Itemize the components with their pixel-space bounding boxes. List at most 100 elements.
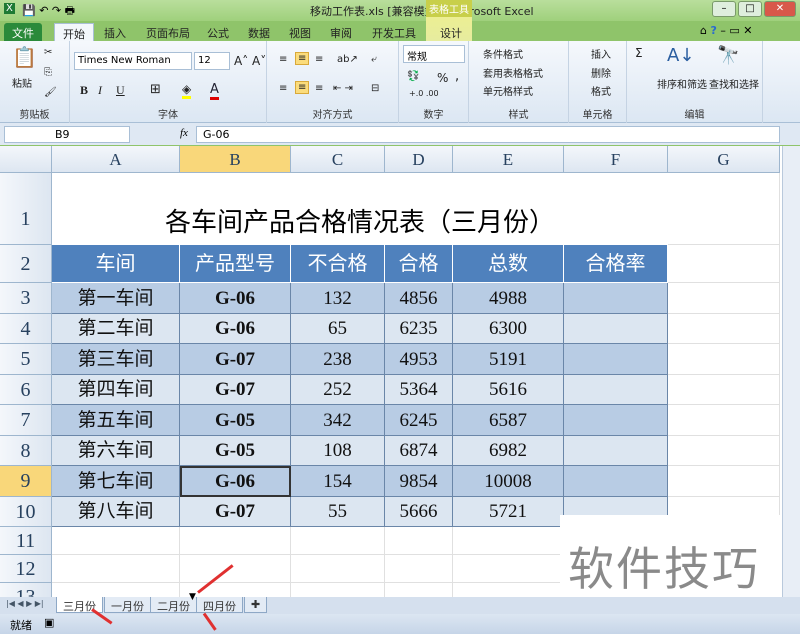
table-cell[interactable]: 5666 [385,497,453,527]
table-cell[interactable] [564,436,668,466]
align-bottom-icon[interactable]: ≡ [315,54,323,65]
table-cell[interactable]: G-06 [180,466,291,497]
tab-developer[interactable]: 开发工具 [364,23,424,42]
percent-button[interactable]: % [437,71,448,85]
cell[interactable] [385,583,453,597]
copy-icon[interactable]: ⎘ [44,67,52,78]
table-cell[interactable]: 第六车间 [52,436,180,466]
tab-page-layout[interactable]: 页面布局 [138,23,198,42]
table-cell[interactable]: 10008 [453,466,564,497]
tab-insert[interactable]: 插入 [96,23,134,42]
tab-view[interactable]: 视图 [281,23,319,42]
number-format-select[interactable]: 常规 [403,45,465,63]
cell[interactable] [291,583,385,597]
column-header[interactable]: F [564,146,668,173]
table-cell[interactable]: 342 [291,405,385,436]
vertical-scrollbar[interactable] [782,146,800,597]
column-header[interactable]: C [291,146,385,173]
cell[interactable] [180,555,291,583]
row-header[interactable]: 11 [0,527,52,555]
table-cell[interactable]: 5364 [385,375,453,405]
insert-function-button[interactable]: fx [180,127,188,139]
cell[interactable] [453,555,564,583]
table-cell[interactable]: 238 [291,344,385,375]
underline-button[interactable]: U [116,83,125,98]
table-cell[interactable]: 5191 [453,344,564,375]
table-cell[interactable] [564,283,668,314]
paste-button[interactable]: 粘贴 [12,75,32,90]
table-cell[interactable]: 132 [291,283,385,314]
cell[interactable] [668,173,780,245]
table-cell[interactable] [564,375,668,405]
cell[interactable] [52,583,180,597]
cell[interactable] [385,527,453,555]
table-cell[interactable]: 9854 [385,466,453,497]
column-header[interactable]: E [453,146,564,173]
sheet-tab-april[interactable]: 四月份 [196,597,243,613]
cell[interactable] [453,583,564,597]
orientation-icon[interactable]: ab↗ [337,54,358,65]
column-header[interactable]: A [52,146,180,173]
row-header[interactable]: 2 [0,245,52,283]
macro-record-icon[interactable]: ▣ [44,616,54,629]
table-cell[interactable]: 5616 [453,375,564,405]
paste-icon[interactable]: 📋 [12,45,37,69]
tab-formulas[interactable]: 公式 [199,23,237,42]
table-cell[interactable] [564,466,668,497]
align-center-icon[interactable]: ≡ [295,81,310,94]
format-painter-icon[interactable]: 🖌 [44,87,57,98]
row-header[interactable]: 4 [0,314,52,344]
table-header-cell[interactable]: 合格率 [564,245,668,283]
align-left-icon[interactable]: ≡ [279,83,287,94]
table-cell[interactable]: 6235 [385,314,453,344]
table-cell[interactable]: 154 [291,466,385,497]
table-cell[interactable]: 65 [291,314,385,344]
formula-input[interactable]: G-06 [196,126,780,143]
cell[interactable] [668,314,780,344]
row-header[interactable]: 12 [0,555,52,583]
row-header[interactable]: 6 [0,375,52,405]
delete-cells-button[interactable]: 删除 [591,65,611,80]
table-cell[interactable]: 4856 [385,283,453,314]
bold-button[interactable]: B [80,83,88,98]
italic-button[interactable]: I [98,83,102,98]
cell[interactable] [453,527,564,555]
table-cell[interactable]: G-05 [180,405,291,436]
cell[interactable] [668,466,780,497]
conditional-format-button[interactable]: 条件格式 [483,46,523,61]
table-header-cell[interactable]: 总数 [453,245,564,283]
table-cell[interactable] [564,344,668,375]
table-cell[interactable]: G-06 [180,283,291,314]
cell[interactable] [668,283,780,314]
table-header-cell[interactable]: 合格 [385,245,453,283]
table-cell[interactable]: G-07 [180,375,291,405]
table-header-cell[interactable]: 车间 [52,245,180,283]
row-header[interactable]: 5 [0,344,52,375]
wrap-text-icon[interactable]: ⤶ [371,54,377,65]
cell[interactable] [385,555,453,583]
cell[interactable] [668,436,780,466]
table-cell[interactable]: G-06 [180,314,291,344]
cell[interactable] [291,555,385,583]
format-cells-button[interactable]: 格式 [591,83,611,98]
table-cell[interactable]: G-07 [180,497,291,527]
insert-cells-button[interactable]: 插入 [591,46,611,61]
row-header[interactable]: 7 [0,405,52,436]
decimal-icon[interactable]: +.0 .00 [409,89,439,98]
table-cell[interactable]: 108 [291,436,385,466]
help-icon[interactable]: ⌂ ? – ▭ ✕ [700,24,752,37]
table-cell[interactable]: 第三车间 [52,344,180,375]
table-cell[interactable] [564,314,668,344]
indent-icon[interactable]: ⇤ ⇥ [333,83,353,94]
cell[interactable] [180,527,291,555]
table-cell[interactable]: 第四车间 [52,375,180,405]
table-cell[interactable]: 6245 [385,405,453,436]
table-header-cell[interactable]: 不合格 [291,245,385,283]
format-as-table-button[interactable]: 套用表格格式 [483,65,543,80]
select-all-corner[interactable] [0,146,52,173]
align-right-icon[interactable]: ≡ [315,83,323,94]
column-header[interactable]: D [385,146,453,173]
insert-sheet-icon[interactable]: ✚ [244,597,268,613]
sheet-nav-icons[interactable]: |◀ ◀ ▶ ▶| [6,599,44,608]
tab-data[interactable]: 数据 [240,23,278,42]
